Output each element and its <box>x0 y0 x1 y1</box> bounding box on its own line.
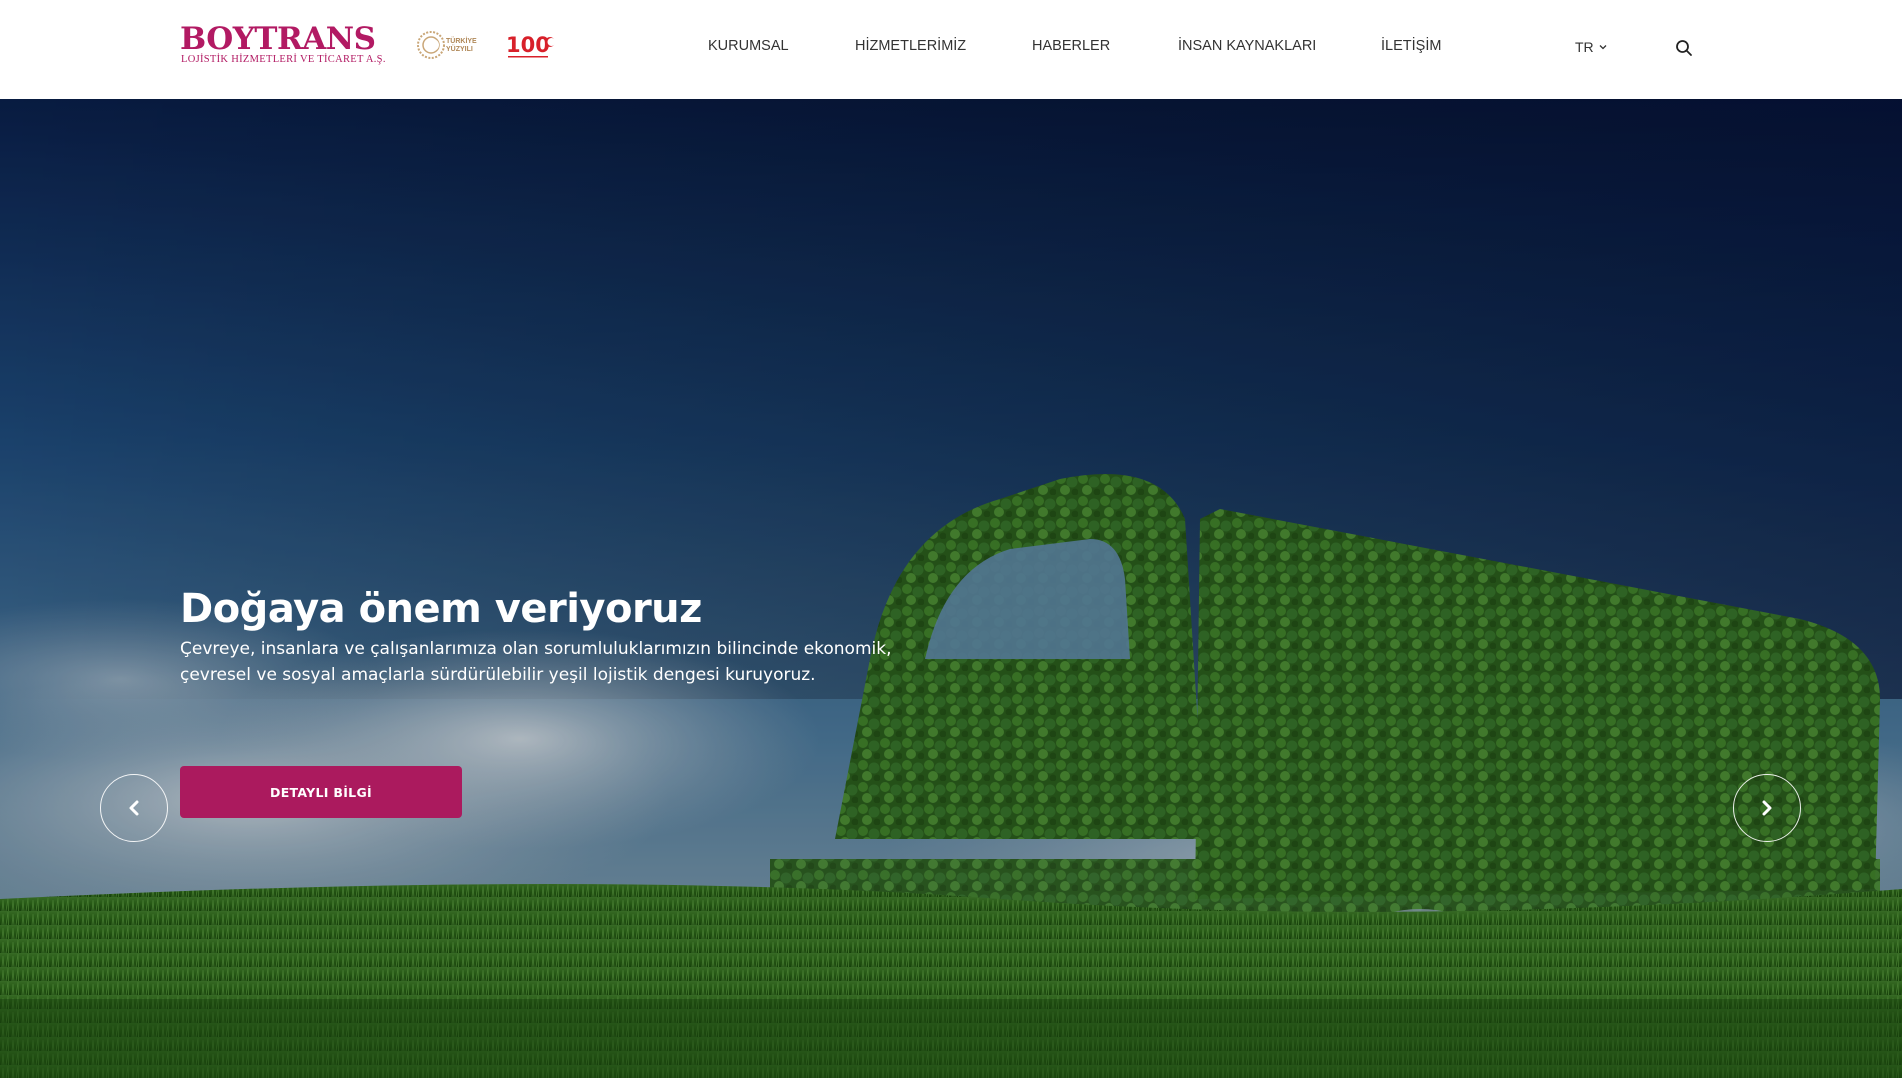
hero-description: Çevreye, insanlara ve çalışanlarımıza ol… <box>180 639 892 685</box>
site-header: BOYTRANS LOJİSTİK HİZMETLERİ VE TİCARET … <box>0 0 1902 99</box>
nav-item-haberler[interactable]: HABERLER <box>1032 38 1110 54</box>
chevron-down-icon <box>1599 45 1607 50</box>
chevron-right-icon <box>1762 800 1772 816</box>
nav-item-hizmetlerimiz[interactable]: HİZMETLERİMİZ <box>855 38 966 54</box>
search-icon[interactable] <box>1674 38 1694 58</box>
hero-title: Doğaya önem veriyoruz <box>180 586 702 632</box>
detayli-bilgi-button[interactable]: DETAYLI BİLGİ <box>180 766 462 818</box>
nav-item-iletisim[interactable]: İLETİŞİM <box>1381 38 1441 54</box>
language-label: TR <box>1575 39 1594 55</box>
language-selector[interactable]: TR <box>1575 39 1608 55</box>
slider-prev-button[interactable] <box>100 774 168 842</box>
main-navigation: KURUMSAL HİZMETLERİMİZ HABERLER İNSAN KA… <box>0 38 1902 62</box>
chevron-left-icon <box>129 800 139 816</box>
nav-item-kurumsal[interactable]: KURUMSAL <box>708 38 789 54</box>
slider-next-button[interactable] <box>1733 774 1801 842</box>
nav-item-insan-kaynaklari[interactable]: İNSAN KAYNAKLARI <box>1178 38 1316 54</box>
